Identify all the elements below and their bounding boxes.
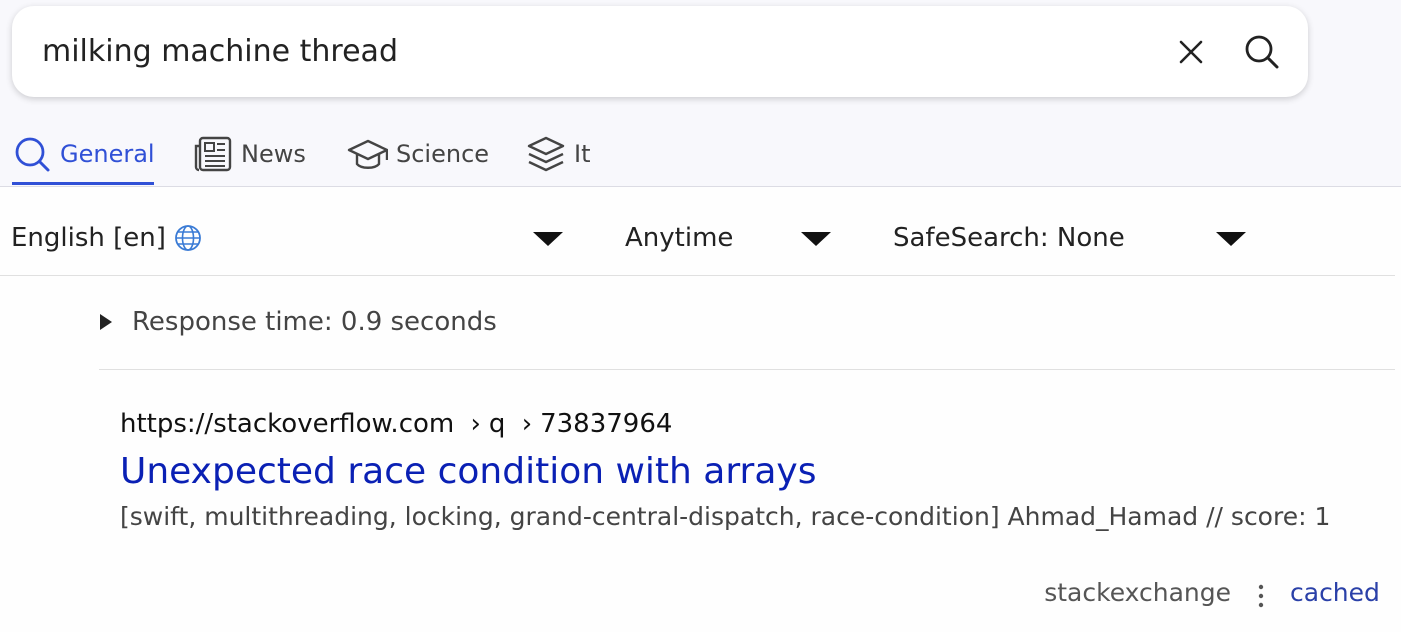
header: General News Science: [0, 0, 1401, 187]
response-time-label: Response time: 0.9 seconds: [132, 307, 497, 337]
result-snippet: [swift, multithreading, locking, grand-c…: [120, 502, 1331, 531]
response-time-toggle[interactable]: Response time: 0.9 seconds: [100, 300, 497, 344]
globe-icon: [175, 225, 201, 251]
safesearch-select[interactable]: SafeSearch: None: [893, 218, 1253, 258]
chevron-down-icon: [1216, 232, 1246, 246]
result-engine: stackexchange: [1044, 578, 1231, 607]
result-url-path: 73837964: [540, 409, 673, 439]
active-tab-indicator: [12, 182, 154, 185]
newspaper-icon: [194, 136, 232, 172]
close-icon: [1179, 40, 1203, 64]
search-icon: [1245, 35, 1279, 69]
result-url: https://stackoverflow.com › q › 73837964: [120, 400, 1390, 448]
search-button[interactable]: [1242, 32, 1282, 72]
tab-label: General: [60, 140, 155, 168]
search-icon: [15, 137, 50, 172]
divider: [0, 275, 1395, 276]
tab-it[interactable]: It: [526, 132, 591, 186]
tab-label: Science: [396, 140, 490, 168]
search-result: https://stackoverflow.com › q › 73837964 U…: [120, 400, 1390, 533]
category-tabs: General News Science It: [0, 112, 1401, 187]
result-url-path: q: [488, 409, 506, 439]
breadcrumb-separator: ›: [470, 409, 481, 439]
clear-search-button[interactable]: [1171, 32, 1211, 72]
tab-label: News: [241, 140, 306, 168]
result-title-link[interactable]: Unexpected race condition with arrays: [120, 447, 1390, 497]
chevron-down-icon: [801, 232, 831, 246]
breadcrumb-separator: ›: [521, 409, 533, 439]
time-range-select[interactable]: Anytime: [625, 218, 835, 258]
result-footer: stackexchange cached: [0, 574, 1401, 618]
chevron-down-icon: [533, 232, 563, 246]
search-input[interactable]: [42, 28, 1122, 74]
layers-icon: [527, 136, 565, 172]
more-vertical-icon: [1258, 584, 1264, 608]
tab-general[interactable]: General: [12, 132, 155, 186]
divider: [0, 186, 1401, 187]
tab-science[interactable]: Science: [346, 132, 489, 186]
time-range-select-value: Anytime: [625, 223, 734, 253]
cached-link[interactable]: cached: [1290, 578, 1380, 607]
result-url-base: https://stackoverflow.com: [120, 409, 455, 439]
divider: [99, 369, 1395, 370]
graduation-cap-icon: [347, 139, 388, 169]
tab-news[interactable]: News: [193, 132, 306, 186]
language-select[interactable]: English [en]: [11, 218, 571, 258]
expand-triangle-icon: [100, 314, 112, 330]
tab-label: It: [574, 140, 591, 168]
language-select-value: English [en]: [11, 223, 166, 253]
search-filters: English [en] Anytime SafeSearch: None: [0, 200, 1401, 276]
search-box: [12, 6, 1308, 97]
safesearch-select-value: SafeSearch: None: [893, 223, 1125, 253]
